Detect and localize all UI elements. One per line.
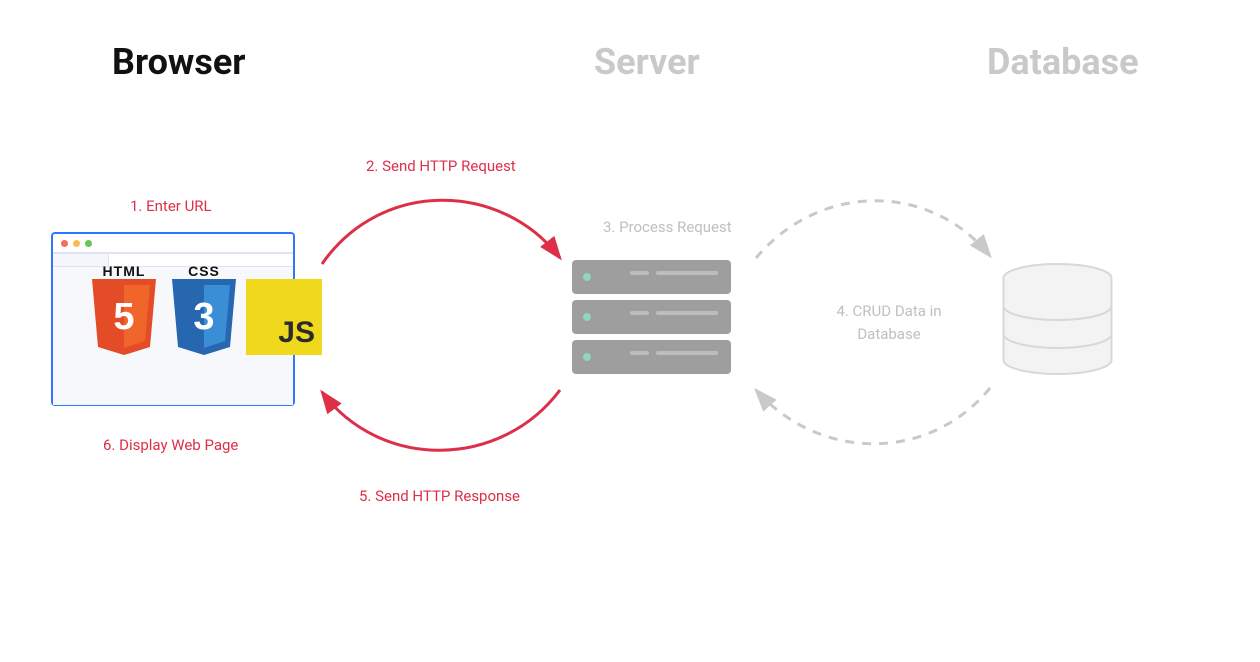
database-icon (1001, 262, 1114, 377)
heading-database: Database (987, 41, 1139, 83)
window-close-dot (61, 240, 68, 247)
window-min-dot (73, 240, 80, 247)
css3-glyph: 3 (193, 296, 214, 338)
server-rack (572, 340, 731, 374)
arrow-to-db (756, 201, 990, 258)
step-4-label: 4. CRUD Data in Database (824, 300, 954, 345)
step-5-label: 5. Send HTTP Response (359, 487, 520, 505)
step-6-label: 6. Display Web Page (103, 436, 238, 454)
js-label: JS (278, 316, 315, 350)
diagram-root: Browser Server Database HTML 5 CSS (0, 0, 1260, 662)
css3-logo-icon: CSS 3 (166, 263, 242, 357)
step-2-label: 2. Send HTTP Request (366, 157, 516, 175)
heading-server: Server (594, 41, 700, 83)
html5-logo-icon: HTML 5 (86, 263, 162, 357)
server-rack (572, 300, 731, 334)
browser-chrome (53, 234, 293, 254)
step-1-label: 1. Enter URL (130, 197, 212, 215)
arrow-request (322, 200, 560, 264)
html5-glyph: 5 (113, 296, 134, 338)
window-max-dot (85, 240, 92, 247)
js-logo-icon: JS (246, 279, 322, 355)
heading-browser: Browser (112, 41, 246, 83)
server-icon (572, 260, 731, 374)
server-rack (572, 260, 731, 294)
step-3-label: 3. Process Request (603, 218, 732, 236)
arrow-response (322, 390, 560, 450)
css-label: CSS (166, 263, 242, 279)
arrow-from-db (756, 388, 990, 444)
tech-logos: HTML 5 CSS 3 JS (86, 263, 322, 357)
html-label: HTML (86, 263, 162, 279)
